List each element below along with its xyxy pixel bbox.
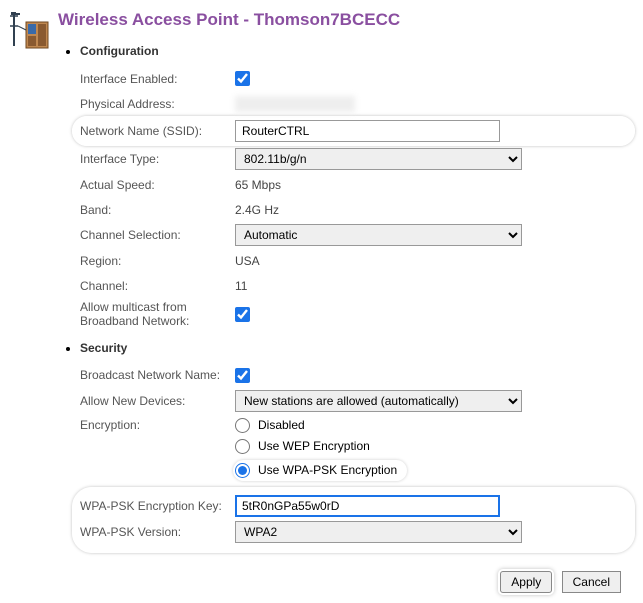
wpa-key-input[interactable]	[235, 495, 500, 517]
encryption-option-disabled-label: Disabled	[258, 418, 305, 432]
page-title: Wireless Access Point - Thomson7BCECC	[58, 10, 635, 30]
allow-multicast-checkbox[interactable]	[235, 307, 250, 322]
section-security: Security	[80, 341, 635, 355]
encryption-option-wep-label: Use WEP Encryption	[258, 439, 370, 453]
ssid-input[interactable]	[235, 120, 500, 142]
channel-label: Channel:	[80, 279, 235, 293]
apply-button[interactable]: Apply	[500, 571, 552, 593]
encryption-label: Encryption:	[80, 418, 235, 432]
actual-speed-label: Actual Speed:	[80, 178, 235, 192]
encryption-option-wpa-label: Use WPA-PSK Encryption	[258, 463, 397, 477]
interface-enabled-checkbox[interactable]	[235, 71, 250, 86]
broadcast-label: Broadcast Network Name:	[80, 368, 235, 382]
wpa-version-select[interactable]: WPA2	[235, 521, 522, 543]
encryption-option-wep[interactable]: Use WEP Encryption	[235, 439, 407, 454]
cancel-button[interactable]: Cancel	[562, 571, 621, 593]
physical-address-value	[235, 96, 355, 112]
encryption-option-disabled[interactable]: Disabled	[235, 418, 407, 433]
section-configuration: Configuration	[80, 44, 635, 58]
allow-new-label: Allow New Devices:	[80, 394, 235, 408]
region-value: USA	[235, 254, 260, 268]
allow-new-select[interactable]: New stations are allowed (automatically)	[235, 390, 522, 412]
channel-value: 11	[235, 279, 247, 293]
interface-enabled-label: Interface Enabled:	[80, 72, 235, 86]
interface-type-select[interactable]: 802.11b/g/n	[235, 148, 522, 170]
router-device-icon	[8, 10, 50, 50]
broadcast-checkbox[interactable]	[235, 368, 250, 383]
encryption-radio-wpa[interactable]	[235, 463, 250, 478]
band-value: 2.4G Hz	[235, 203, 279, 217]
encryption-radio-wep[interactable]	[235, 439, 250, 454]
ssid-label: Network Name (SSID):	[80, 124, 235, 138]
allow-multicast-label: Allow multicast from Broadband Network:	[80, 300, 235, 329]
wpa-version-label: WPA-PSK Version:	[80, 525, 235, 539]
band-label: Band:	[80, 203, 235, 217]
encryption-option-wpa[interactable]: Use WPA-PSK Encryption	[233, 460, 407, 481]
channel-selection-label: Channel Selection:	[80, 228, 235, 242]
encryption-radio-disabled[interactable]	[235, 418, 250, 433]
channel-selection-select[interactable]: Automatic	[235, 224, 522, 246]
wpa-key-label: WPA-PSK Encryption Key:	[80, 499, 235, 513]
physical-address-label: Physical Address:	[80, 97, 235, 111]
actual-speed-value: 65 Mbps	[235, 178, 281, 192]
region-label: Region:	[80, 254, 235, 268]
interface-type-label: Interface Type:	[80, 152, 235, 166]
